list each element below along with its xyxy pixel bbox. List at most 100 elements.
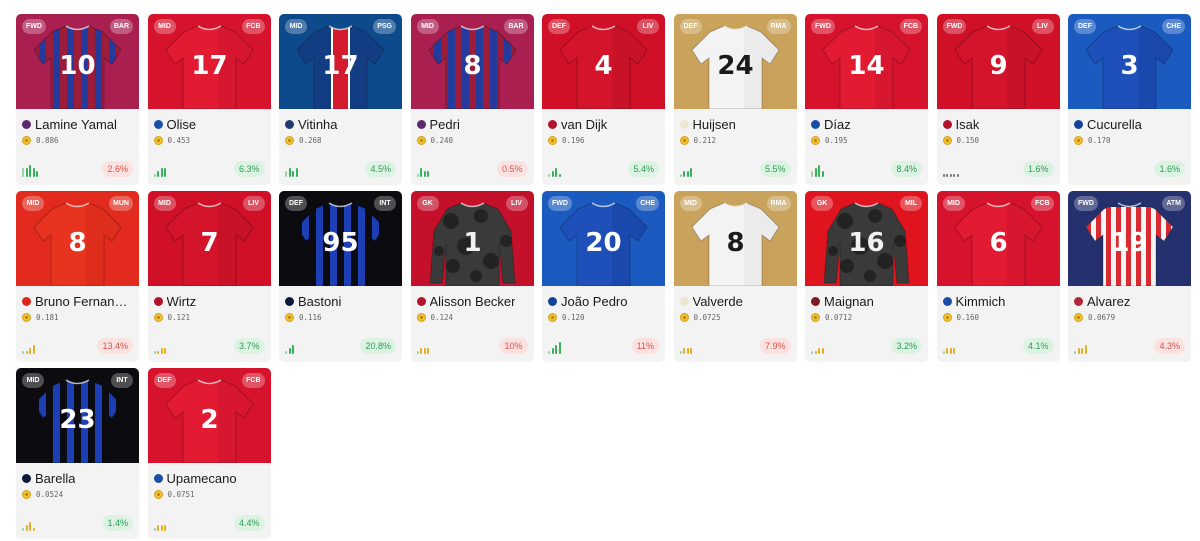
player-card[interactable]: 16 GK MIL Maignan 0.0712 3.2%: [805, 191, 928, 362]
form-bar: [157, 171, 159, 177]
club-crest-icon: [1074, 296, 1083, 306]
stat-row: 4.4%: [153, 515, 265, 531]
form-bar: [811, 351, 813, 354]
player-card[interactable]: 8 MID BAR Pedri 0.240 0.5%: [410, 14, 534, 185]
player-card[interactable]: 8 MID MUN Bruno Fernan… 0.181 13.4%: [16, 191, 139, 362]
player-name-row: Upamecano: [153, 470, 265, 486]
player-card[interactable]: 24 DEF RMA Huijsen 0.212 5.5%: [673, 14, 797, 185]
player-card[interactable]: 20 FWD CHE João Pedro 0.120 11%: [542, 191, 665, 362]
player-card[interactable]: 95 DEF INT Bastoni 0.116 20.8%: [279, 191, 402, 362]
club-crest-icon: [153, 119, 163, 129]
player-card[interactable]: 23 MID INT Barella 0.0524 1.4%: [16, 368, 139, 539]
jersey-number-text: 4: [594, 51, 612, 81]
price-row: 0.0751: [153, 488, 265, 500]
jersey-thumbnail: 2 DEF FCB: [147, 368, 271, 463]
jersey-thumbnail: 3 DEF CHE: [1068, 14, 1191, 109]
form-bar: [157, 525, 159, 531]
player-card[interactable]: 2 DEF FCB Upamecano 0.0751 4.4%: [147, 368, 271, 539]
price-row: 0.0679: [1074, 311, 1185, 323]
change-badge: 7.9%: [759, 338, 791, 354]
price-row: 0.453: [153, 134, 265, 146]
stat-row: 6.3%: [153, 161, 265, 177]
player-card[interactable]: 17 MID PSG Vitinha 0.268 4.5%: [279, 14, 402, 185]
player-name-row: Huijsen: [679, 116, 791, 132]
coin-icon: [942, 312, 952, 322]
player-name-row: Olise: [153, 116, 265, 132]
stat-row: 4.5%: [285, 161, 396, 177]
form-bar: [946, 348, 948, 354]
form-bar: [160, 168, 163, 177]
form-bar: [153, 174, 156, 177]
jersey-thumbnail: 16 GK MIL: [805, 191, 928, 286]
form-bar: [821, 171, 824, 177]
position-badge: MID: [416, 19, 439, 34]
player-card[interactable]: 14 FWD FCB Díaz 0.195 8.4%: [805, 14, 928, 185]
price-row: 0.120: [548, 311, 659, 323]
form-bar: [420, 348, 422, 354]
player-name: Valverde: [692, 293, 743, 309]
change-badge: 2.6%: [102, 161, 133, 177]
position-badge: DEF: [679, 19, 702, 34]
jersey-number-text: 20: [585, 228, 621, 258]
form-bar: [818, 348, 820, 354]
form-bar: [288, 348, 291, 354]
jersey-thumbnail: 24 DEF RMA: [673, 14, 797, 109]
form-bar: [949, 174, 952, 177]
player-card[interactable]: 6 MID FCB Kimmich 0.160 4.1%: [936, 191, 1060, 362]
player-card[interactable]: 1 GK LIV Alisson Becker 0.124 10%: [410, 191, 534, 362]
position-badge: DEF: [548, 19, 570, 34]
stat-row: 3.7%: [153, 338, 265, 354]
jersey-number-text: 8: [68, 228, 86, 258]
position-badge: MID: [22, 196, 44, 211]
form-bar: [29, 522, 31, 531]
form-bars-icon: [811, 163, 824, 177]
jersey-number-text: 8: [463, 51, 481, 81]
club-badge: LIV: [637, 19, 659, 34]
player-card[interactable]: 9 FWD LIV Isak 0.150 1.6%: [936, 14, 1060, 185]
jersey-thumbnail: 1 GK LIV: [410, 191, 534, 286]
form-bar: [821, 348, 824, 354]
price-row: 0.268: [285, 134, 396, 146]
club-badge: BAR: [109, 19, 133, 34]
form-bars-icon: [1074, 340, 1087, 354]
player-price: 0.196: [562, 135, 585, 145]
form-bar: [32, 168, 35, 177]
form-bar: [160, 348, 163, 354]
jersey-number-text: 16: [848, 228, 884, 258]
player-card[interactable]: 7 MID LIV Wirtz 0.121 3.7%: [147, 191, 271, 362]
form-bar: [548, 351, 550, 354]
form-bar: [683, 348, 685, 354]
player-card[interactable]: 17 MID FCB Olise 0.453 6.3%: [147, 14, 271, 185]
player-name-row: Cucurella: [1074, 116, 1185, 132]
player-card[interactable]: 3 DEF CHE Cucurella 0.170 1.6%: [1068, 14, 1191, 185]
club-badge: FCB: [899, 19, 922, 34]
form-bar: [1081, 348, 1083, 354]
player-card[interactable]: 19 FWD ATM Alvarez 0.0679 4.3%: [1068, 191, 1191, 362]
form-bar: [420, 168, 422, 177]
player-price: 0.0712: [825, 312, 853, 322]
price-row: 0.170: [1074, 134, 1185, 146]
club-badge: RMA: [766, 196, 791, 211]
form-bar: [942, 174, 945, 177]
player-card[interactable]: 10 FWD BAR Lamine Yamal 0.886 2.6%: [16, 14, 139, 185]
club-badge: LIV: [1031, 19, 1054, 34]
player-card[interactable]: 4 DEF LIV van Dijk 0.196 5.4%: [542, 14, 665, 185]
club-badge: INT: [374, 196, 396, 211]
form-bar: [285, 351, 287, 354]
jersey-number-text: 95: [322, 228, 358, 258]
form-bar: [25, 168, 28, 177]
club-crest-icon: [811, 296, 820, 306]
player-card[interactable]: 8 MID RMA Valverde 0.0725 7.9%: [673, 191, 797, 362]
player-price: 0.0725: [693, 312, 721, 322]
player-name: Maignan: [824, 293, 874, 309]
form-bar: [29, 348, 31, 354]
player-price: 0.0679: [1088, 312, 1116, 322]
form-bar: [416, 174, 419, 177]
coin-icon: [153, 312, 163, 322]
jersey-number-text: 2: [200, 405, 218, 435]
club-crest-icon: [942, 296, 952, 306]
form-bar: [160, 525, 163, 531]
jersey-thumbnail: 95 DEF INT: [279, 191, 402, 286]
jersey-number-text: 8: [726, 228, 744, 258]
jersey-number-text: 14: [848, 51, 884, 81]
